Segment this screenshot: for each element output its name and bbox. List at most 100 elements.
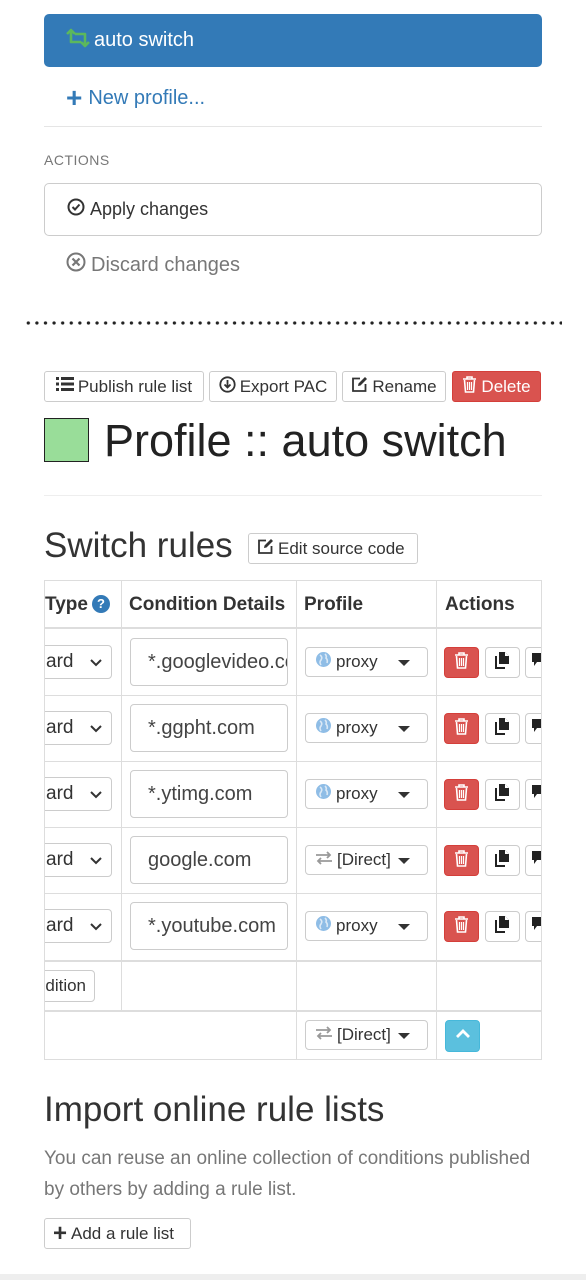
new-profile-label: New profile... (88, 86, 206, 109)
dotted-divider (24, 320, 562, 326)
nav-item-auto-switch[interactable]: auto switch (44, 14, 542, 67)
chevron-up-icon (455, 1027, 471, 1045)
globe-icon (315, 783, 332, 805)
rule-profile-label: proxy (336, 718, 378, 737)
rule-profile-select[interactable]: proxy (305, 779, 428, 809)
chevron-down-icon (89, 652, 103, 678)
edit-source-code-button[interactable]: Edit source code (248, 533, 418, 564)
export-pac-button[interactable]: Export PAC (209, 371, 337, 402)
note-rule-button[interactable] (525, 845, 541, 876)
condition-details-input[interactable]: google.com (130, 836, 288, 884)
rule-profile-label: proxy (336, 652, 378, 671)
note-rule-button[interactable] (525, 713, 541, 744)
note-rule-button[interactable] (525, 779, 541, 810)
move-up-button[interactable] (445, 1020, 480, 1052)
row-border (45, 761, 541, 762)
row-border (45, 1010, 541, 1012)
condition-type-select[interactable]: ard (45, 645, 112, 679)
rule-profile-select[interactable]: [Direct] (305, 845, 428, 875)
times-circle-icon (66, 252, 86, 278)
copy-icon (494, 915, 511, 938)
clone-rule-button[interactable] (485, 713, 520, 744)
comment-icon (532, 718, 541, 739)
comment-icon (532, 850, 541, 871)
condition-details-input[interactable]: *.ytimg.com (130, 770, 288, 818)
caret-down-icon (398, 1033, 410, 1039)
profile-color-swatch[interactable] (44, 418, 89, 462)
caret-down-icon (398, 858, 410, 864)
delete-label: Delete (481, 376, 531, 396)
globe-icon (315, 651, 332, 673)
note-rule-button[interactable] (525, 911, 541, 942)
condition-type-label: ard (46, 651, 74, 672)
copy-icon (494, 783, 511, 806)
comment-icon (532, 652, 541, 673)
globe-icon (315, 915, 332, 937)
condition-details-input[interactable]: *.ggpht.com (130, 704, 288, 752)
note-rule-button[interactable] (525, 647, 541, 678)
exchange-icon (315, 850, 333, 870)
help-icon[interactable]: ? (91, 595, 110, 613)
publish-rule-list-button[interactable]: Publish rule list (44, 371, 204, 402)
column-header-type-label: Type (45, 594, 88, 615)
clone-rule-button[interactable] (485, 647, 520, 678)
column-header-actions: Actions (445, 594, 515, 615)
condition-type-label: ard (46, 849, 74, 870)
delete-rule-button[interactable] (444, 779, 479, 810)
rule-profile-label: proxy (336, 784, 378, 803)
default-profile-select[interactable]: [Direct] (305, 1020, 428, 1050)
copy-icon (494, 849, 511, 872)
chevron-down-icon (89, 850, 103, 876)
row-border (45, 827, 541, 828)
delete-rule-button[interactable] (444, 647, 479, 678)
retweet-icon (64, 28, 94, 54)
rule-profile-select[interactable]: proxy (305, 647, 428, 677)
divider (44, 495, 542, 496)
condition-type-select[interactable]: ard (45, 711, 112, 745)
add-rule-list-button[interactable]: + Add a rule list (44, 1218, 191, 1249)
table-border (45, 1059, 541, 1060)
rename-button[interactable]: Rename (342, 371, 446, 402)
chevron-down-icon (89, 784, 103, 810)
globe-icon (315, 717, 332, 739)
copy-icon (494, 717, 511, 740)
condition-type-label: ard (46, 915, 74, 936)
row-border (45, 960, 541, 962)
publish-label: Publish rule list (77, 376, 193, 396)
condition-type-select[interactable]: ard (45, 777, 112, 811)
clone-rule-button[interactable] (485, 779, 520, 810)
caret-down-icon (398, 660, 410, 666)
check-circle-icon (67, 198, 85, 221)
trash-icon (454, 915, 469, 938)
new-profile-link[interactable]: + New profile... (66, 84, 205, 112)
chevron-down-icon (89, 718, 103, 744)
delete-profile-button[interactable]: Delete (452, 371, 541, 402)
export-label: Export PAC (239, 376, 328, 396)
actions-header: ACTIONS (44, 152, 110, 168)
delete-rule-button[interactable] (444, 911, 479, 942)
condition-type-select[interactable]: ard (45, 843, 112, 877)
switch-rules-heading: Switch rules (44, 526, 233, 565)
delete-rule-button[interactable] (444, 845, 479, 876)
apply-changes-button[interactable]: Apply changes (44, 183, 542, 236)
clone-rule-button[interactable] (485, 845, 520, 876)
condition-details-input[interactable]: *.googlevideo.com (130, 638, 288, 686)
condition-details-input[interactable]: *.youtube.com (130, 902, 288, 950)
edit-source-label: Edit source code (278, 538, 405, 558)
add-condition-button[interactable]: dition (45, 970, 95, 1002)
discard-changes-link[interactable]: Discard changes (66, 250, 240, 280)
clone-rule-button[interactable] (485, 911, 520, 942)
condition-type-select[interactable]: ard (45, 909, 112, 943)
plus-icon: + (66, 82, 83, 113)
apply-changes-label: Apply changes (90, 199, 209, 219)
rule-profile-select[interactable]: proxy (305, 911, 428, 941)
bottom-scroll-bar (0, 1274, 586, 1280)
rule-profile-select[interactable]: proxy (305, 713, 428, 743)
trash-icon (454, 651, 469, 674)
exchange-icon (315, 1025, 333, 1045)
import-help-text: You can reuse an online collection of co… (44, 1148, 531, 1200)
column-divider (436, 580, 437, 1060)
delete-rule-button[interactable] (444, 713, 479, 744)
trash-icon (454, 783, 469, 806)
comment-icon (532, 916, 541, 937)
